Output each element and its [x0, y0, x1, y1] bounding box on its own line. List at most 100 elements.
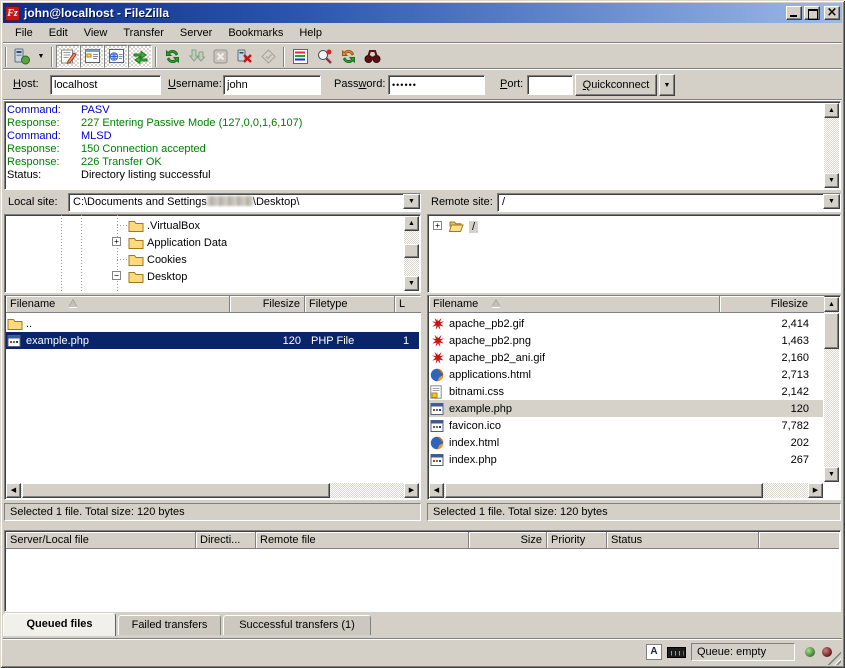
- menu-view[interactable]: View: [76, 25, 116, 41]
- directory-filters-button[interactable]: [288, 45, 312, 68]
- tab-queued-files[interactable]: Queued files: [3, 613, 116, 636]
- minimize-button[interactable]: [786, 6, 802, 20]
- scroll-down-button[interactable]: ▼: [404, 276, 419, 291]
- remote-site-combo[interactable]: / ▼: [497, 193, 841, 212]
- scrollbar-thumb[interactable]: [404, 244, 419, 258]
- log-entry: Response:226 Transfer OK: [7, 156, 823, 169]
- queue-column-priority[interactable]: Priority: [547, 532, 607, 549]
- toggle-message-log-button[interactable]: [56, 45, 80, 68]
- scroll-up-button[interactable]: ▲: [824, 297, 839, 312]
- scrollbar-thumb[interactable]: [445, 483, 763, 498]
- toolbar-separator: [51, 47, 53, 67]
- file-row[interactable]: apache_pb2.png 1,463: [429, 332, 823, 349]
- local-path-value[interactable]: C:\Documents and Settings\Desktop\: [68, 193, 421, 212]
- scrollbar-thumb[interactable]: [22, 483, 330, 498]
- css-file-icon: [430, 385, 442, 399]
- file-row-example-php[interactable]: example.php 120: [429, 400, 823, 417]
- scroll-right-button[interactable]: ▶: [808, 483, 823, 498]
- file-row[interactable]: apache_pb2.gif 2,414: [429, 315, 823, 332]
- tree-item-cookies[interactable]: Cookies: [5, 251, 404, 268]
- file-row[interactable]: index.php 267: [429, 451, 823, 468]
- site-manager-dropdown-button[interactable]: ▼: [34, 45, 48, 68]
- speed-limit-icon[interactable]: [667, 647, 686, 658]
- folder-icon: [128, 253, 144, 266]
- tree-item-desktop[interactable]: − Desktop: [5, 268, 404, 285]
- filezilla-app-icon[interactable]: Fz: [5, 6, 20, 21]
- tree-item-application-data[interactable]: + Application Data: [5, 234, 404, 251]
- menu-help[interactable]: Help: [291, 25, 330, 41]
- tree-expand-icon[interactable]: +: [433, 221, 442, 230]
- scroll-down-button[interactable]: ▼: [824, 173, 839, 188]
- site-manager-button[interactable]: [10, 45, 34, 68]
- scroll-left-button[interactable]: ◀: [429, 483, 444, 498]
- username-input[interactable]: [223, 75, 321, 95]
- disconnect-button[interactable]: [232, 45, 256, 68]
- file-row[interactable]: apache_pb2_ani.gif 2,160: [429, 349, 823, 366]
- menu-file[interactable]: File: [7, 25, 41, 41]
- scrollbar-thumb[interactable]: [824, 313, 839, 349]
- password-input[interactable]: [388, 75, 485, 95]
- queue-column-remote-file[interactable]: Remote file: [256, 532, 469, 549]
- tab-failed-transfers[interactable]: Failed transfers: [118, 615, 221, 635]
- tree-expand-icon[interactable]: +: [112, 237, 121, 246]
- divider: [3, 638, 842, 640]
- port-input[interactable]: [527, 75, 573, 95]
- remote-column-filename[interactable]: Filename: [429, 296, 720, 313]
- image-file-icon: [430, 334, 444, 348]
- log-scrollbar[interactable]: ▲ ▼: [824, 103, 839, 188]
- tab-successful-transfers[interactable]: Successful transfers (1): [223, 615, 371, 635]
- maximize-button[interactable]: [804, 6, 820, 20]
- toggle-transfer-queue-button[interactable]: [128, 45, 152, 68]
- file-row[interactable]: applications.html 2,713: [429, 366, 823, 383]
- local-column-filetype[interactable]: Filetype: [305, 296, 395, 313]
- cancel-button[interactable]: [208, 45, 232, 68]
- refresh-button[interactable]: [160, 45, 184, 68]
- file-row[interactable]: favicon.ico 7,782: [429, 417, 823, 434]
- quickconnect-dropdown-button[interactable]: ▼: [659, 74, 675, 96]
- local-column-filesize[interactable]: Filesize: [230, 296, 305, 313]
- local-column-filename[interactable]: Filename: [6, 296, 230, 313]
- menu-transfer[interactable]: Transfer: [115, 25, 172, 41]
- scroll-up-button[interactable]: ▲: [824, 103, 839, 118]
- process-queue-button[interactable]: [184, 45, 208, 68]
- queue-column-status[interactable]: Status: [607, 532, 759, 549]
- reconnect-button[interactable]: [256, 45, 280, 68]
- remote-vertical-scrollbar[interactable]: ▲ ▼: [824, 297, 839, 482]
- scroll-down-button[interactable]: ▼: [824, 467, 839, 482]
- file-row[interactable]: index.html 202: [429, 434, 823, 451]
- file-row-parent-dir[interactable]: ..: [6, 315, 419, 332]
- local-horizontal-scrollbar[interactable]: ◀ ▶: [6, 483, 419, 498]
- transfer-type-indicator-icon[interactable]: A: [646, 644, 662, 660]
- queue-column-direction[interactable]: Directi...: [196, 532, 256, 549]
- toggle-remote-tree-button[interactable]: [104, 45, 128, 68]
- menu-server[interactable]: Server: [172, 25, 220, 41]
- toggle-local-tree-button[interactable]: [80, 45, 104, 68]
- queue-column-local-file[interactable]: Server/Local file: [6, 532, 196, 549]
- directory-comparison-button[interactable]: [312, 45, 336, 68]
- synchronized-browsing-button[interactable]: [336, 45, 360, 68]
- scroll-left-button[interactable]: ◀: [6, 483, 21, 498]
- file-row-example-php[interactable]: example.php 120 PHP File 1: [6, 332, 419, 349]
- quickconnect-button[interactable]: Quickconnect: [575, 74, 657, 96]
- close-button[interactable]: [824, 6, 840, 20]
- tree-item-virtualbox[interactable]: .VirtualBox: [5, 217, 404, 234]
- file-row[interactable]: bitnami.css 2,142: [429, 383, 823, 400]
- port-label: Port:: [500, 78, 523, 90]
- tree-collapse-icon[interactable]: −: [112, 271, 121, 280]
- find-files-button[interactable]: [360, 45, 384, 68]
- remote-horizontal-scrollbar[interactable]: ◀ ▶: [429, 483, 823, 498]
- scroll-up-button[interactable]: ▲: [404, 216, 419, 231]
- queue-column-size[interactable]: Size: [469, 532, 547, 549]
- scroll-right-button[interactable]: ▶: [404, 483, 419, 498]
- remote-column-filesize[interactable]: Filesize: [720, 296, 825, 313]
- local-site-combo[interactable]: C:\Documents and Settings\Desktop\ ▼: [68, 193, 421, 212]
- tree-item-root[interactable]: + /: [428, 218, 824, 235]
- menu-bookmarks[interactable]: Bookmarks: [220, 25, 291, 41]
- combo-dropdown-icon[interactable]: ▼: [823, 194, 840, 209]
- remote-path-value[interactable]: /: [497, 193, 841, 212]
- host-input[interactable]: [50, 75, 161, 95]
- menu-edit[interactable]: Edit: [41, 25, 76, 41]
- local-tree-scrollbar[interactable]: ▲ ▼: [404, 216, 419, 291]
- combo-dropdown-icon[interactable]: ▼: [403, 194, 420, 209]
- local-column-last-modified[interactable]: L: [395, 296, 421, 313]
